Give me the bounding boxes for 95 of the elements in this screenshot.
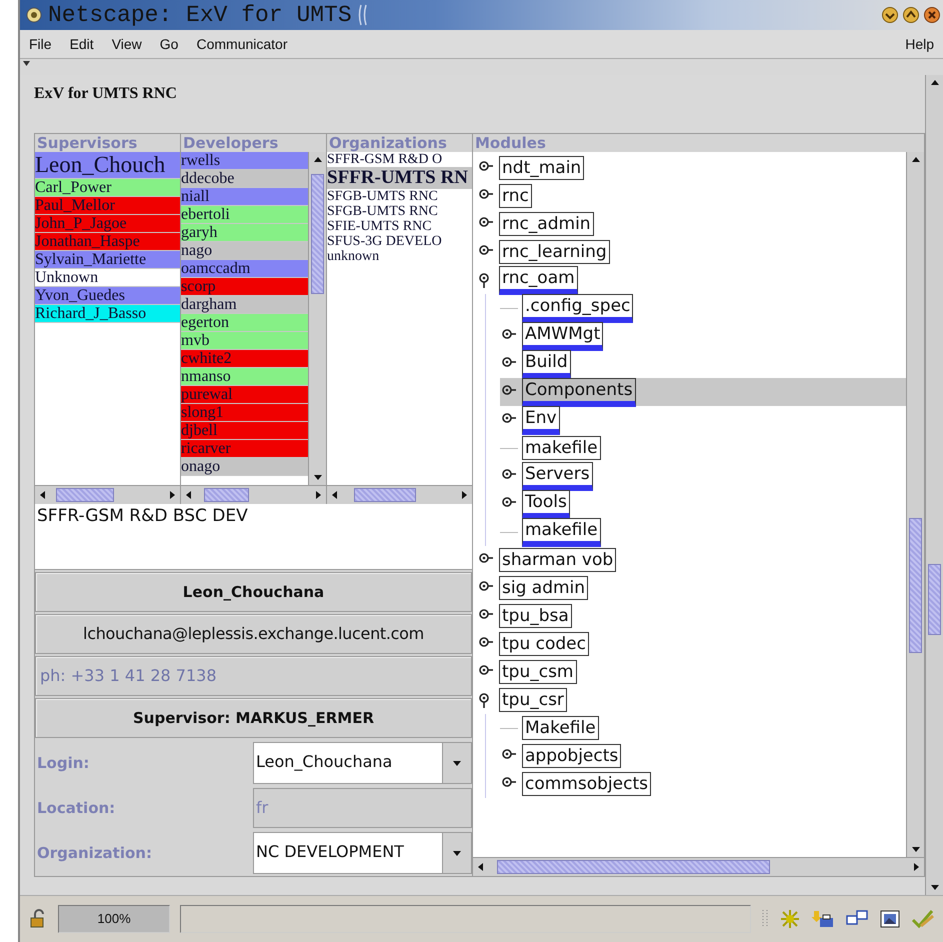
scrollbar-thumb[interactable] xyxy=(311,174,324,294)
tree-node[interactable]: rnc_admin xyxy=(499,212,594,236)
menu-item[interactable]: Edit xyxy=(60,34,103,54)
list-item[interactable]: scorp xyxy=(181,278,308,296)
field-label: Login: xyxy=(36,754,90,772)
name-label: Leon_Chouchana xyxy=(35,572,472,612)
close-button[interactable] xyxy=(923,6,941,24)
list-item[interactable]: niall xyxy=(181,188,308,206)
list-item[interactable]: ddecobe xyxy=(181,170,308,188)
list-item[interactable]: ebertoli xyxy=(181,206,308,224)
tree-node[interactable]: ndt_main xyxy=(499,156,584,180)
list-item[interactable]: rwells xyxy=(181,152,308,170)
tree-node[interactable]: makefile xyxy=(522,518,601,546)
minimize-button[interactable] xyxy=(881,6,899,24)
list-item[interactable]: mvb xyxy=(181,332,308,350)
tree-node[interactable]: Build xyxy=(522,350,571,378)
dropdown[interactable]: NC DEVELOPMENT xyxy=(253,832,472,874)
supervisor-label: Supervisor: MARKUS_ERMER xyxy=(35,698,472,738)
tree-node[interactable]: Tools xyxy=(522,490,570,518)
menu-item[interactable]: View xyxy=(102,34,151,54)
zoom-indicator: 100% xyxy=(58,905,170,933)
list-item[interactable]: Richard_J_Basso xyxy=(35,305,180,323)
list-item[interactable]: Carl_Power xyxy=(35,179,180,197)
tree-node[interactable]: tpu_bsa xyxy=(499,604,572,628)
menu-item[interactable]: Go xyxy=(150,34,188,54)
list-item[interactable]: garyh xyxy=(181,224,308,242)
list-item[interactable]: nago xyxy=(181,242,308,260)
menu-item[interactable]: Help xyxy=(896,34,943,54)
scrollbar[interactable] xyxy=(327,485,472,504)
list-item[interactable]: purewal xyxy=(181,386,308,404)
organization-text-area[interactable]: SFFR-GSM R&D BSC DEV xyxy=(35,504,472,570)
tree-node[interactable]: Components xyxy=(522,378,636,406)
tree-node[interactable]: commsobjects xyxy=(522,772,651,796)
scrollbar[interactable] xyxy=(35,485,180,504)
scrollbar[interactable] xyxy=(906,152,924,857)
window-title: Netscape: ExV for UMTS xyxy=(48,2,352,28)
list-item[interactable]: Leon_Chouch xyxy=(35,152,180,179)
tree-node[interactable]: sig admin xyxy=(499,576,588,600)
window-menu-icon[interactable] xyxy=(26,7,42,23)
tree-node[interactable]: Makefile xyxy=(522,716,599,740)
scrollbar-thumb[interactable] xyxy=(928,564,941,635)
column-header: Supervisors xyxy=(35,134,180,152)
menu-item[interactable]: File xyxy=(20,34,61,54)
list-item[interactable]: cwhite2 xyxy=(181,350,308,368)
dropdown[interactable]: Leon_Chouchana xyxy=(253,742,472,784)
list-item[interactable]: slong1 xyxy=(181,404,308,422)
scrollbar-thumb[interactable] xyxy=(56,488,114,502)
tree-node[interactable]: appobjects xyxy=(522,744,622,768)
inbox-icon[interactable] xyxy=(811,908,835,930)
list-item[interactable]: Yvon_Guedes xyxy=(35,287,180,305)
field-label: Organization: xyxy=(36,844,153,862)
scrollbar[interactable] xyxy=(181,485,326,504)
list-item[interactable]: nmanso xyxy=(181,368,308,386)
tree-node[interactable]: makefile xyxy=(522,436,601,460)
scrollbar[interactable] xyxy=(925,75,943,895)
list-item[interactable]: SFFR-UMTS RN xyxy=(327,167,472,189)
list-item[interactable]: John_P_Jagoe xyxy=(35,215,180,233)
scrollbar[interactable] xyxy=(473,857,924,876)
scrollbar[interactable] xyxy=(308,152,326,485)
scrollbar-thumb[interactable] xyxy=(354,488,416,502)
tree-node[interactable]: AMWMgt xyxy=(522,322,604,350)
tree-node[interactable]: rnc xyxy=(499,184,532,208)
column-header: Organizations xyxy=(327,134,472,152)
list-item[interactable]: Jonathan_Haspe xyxy=(35,233,180,251)
picture-icon[interactable] xyxy=(879,908,901,930)
column-header: Developers xyxy=(181,134,326,152)
tree-node[interactable]: sharman vob xyxy=(499,548,616,572)
scrollbar-thumb[interactable] xyxy=(204,488,249,502)
scrollbar-thumb[interactable] xyxy=(909,518,922,653)
tree-node[interactable]: rnc_learning xyxy=(499,240,610,264)
email-label: lchouchana@leplessis.exchange.lucent.com xyxy=(35,614,472,654)
list-item[interactable]: Sylvain_Mariette xyxy=(35,251,180,269)
tree-node[interactable]: rnc_oam xyxy=(499,266,578,294)
list-item[interactable]: ricarver xyxy=(181,440,308,458)
list-item[interactable]: dargham xyxy=(181,296,308,314)
field-label: Location: xyxy=(36,798,116,816)
list-item[interactable]: Paul_Mellor xyxy=(35,197,180,215)
tree-node[interactable]: tpu_csr xyxy=(499,688,567,712)
list-item[interactable]: oamccadm xyxy=(181,260,308,278)
list-item[interactable]: egerton xyxy=(181,314,308,332)
list-item[interactable]: Unknown xyxy=(35,269,180,287)
page-title: ExV for UMTS RNC xyxy=(34,85,178,103)
phone-label: ph: +33 1 41 28 7138 xyxy=(35,656,472,696)
menu-item[interactable]: Communicator xyxy=(187,34,296,54)
maximize-button[interactable] xyxy=(902,6,920,24)
column-header: Modules xyxy=(473,134,924,152)
tree-node[interactable]: .config_spec xyxy=(522,294,634,322)
tree-node[interactable]: Env xyxy=(522,406,560,434)
tree-node[interactable]: tpu_csm xyxy=(499,660,576,684)
scrollbar-thumb[interactable] xyxy=(497,860,770,874)
tree-node[interactable]: tpu codec xyxy=(499,632,589,656)
list-item[interactable]: djbell xyxy=(181,422,308,440)
tree-node[interactable]: Servers xyxy=(522,462,593,490)
list-item[interactable]: onago xyxy=(181,458,308,476)
checkmark-pen-icon[interactable] xyxy=(911,908,935,930)
